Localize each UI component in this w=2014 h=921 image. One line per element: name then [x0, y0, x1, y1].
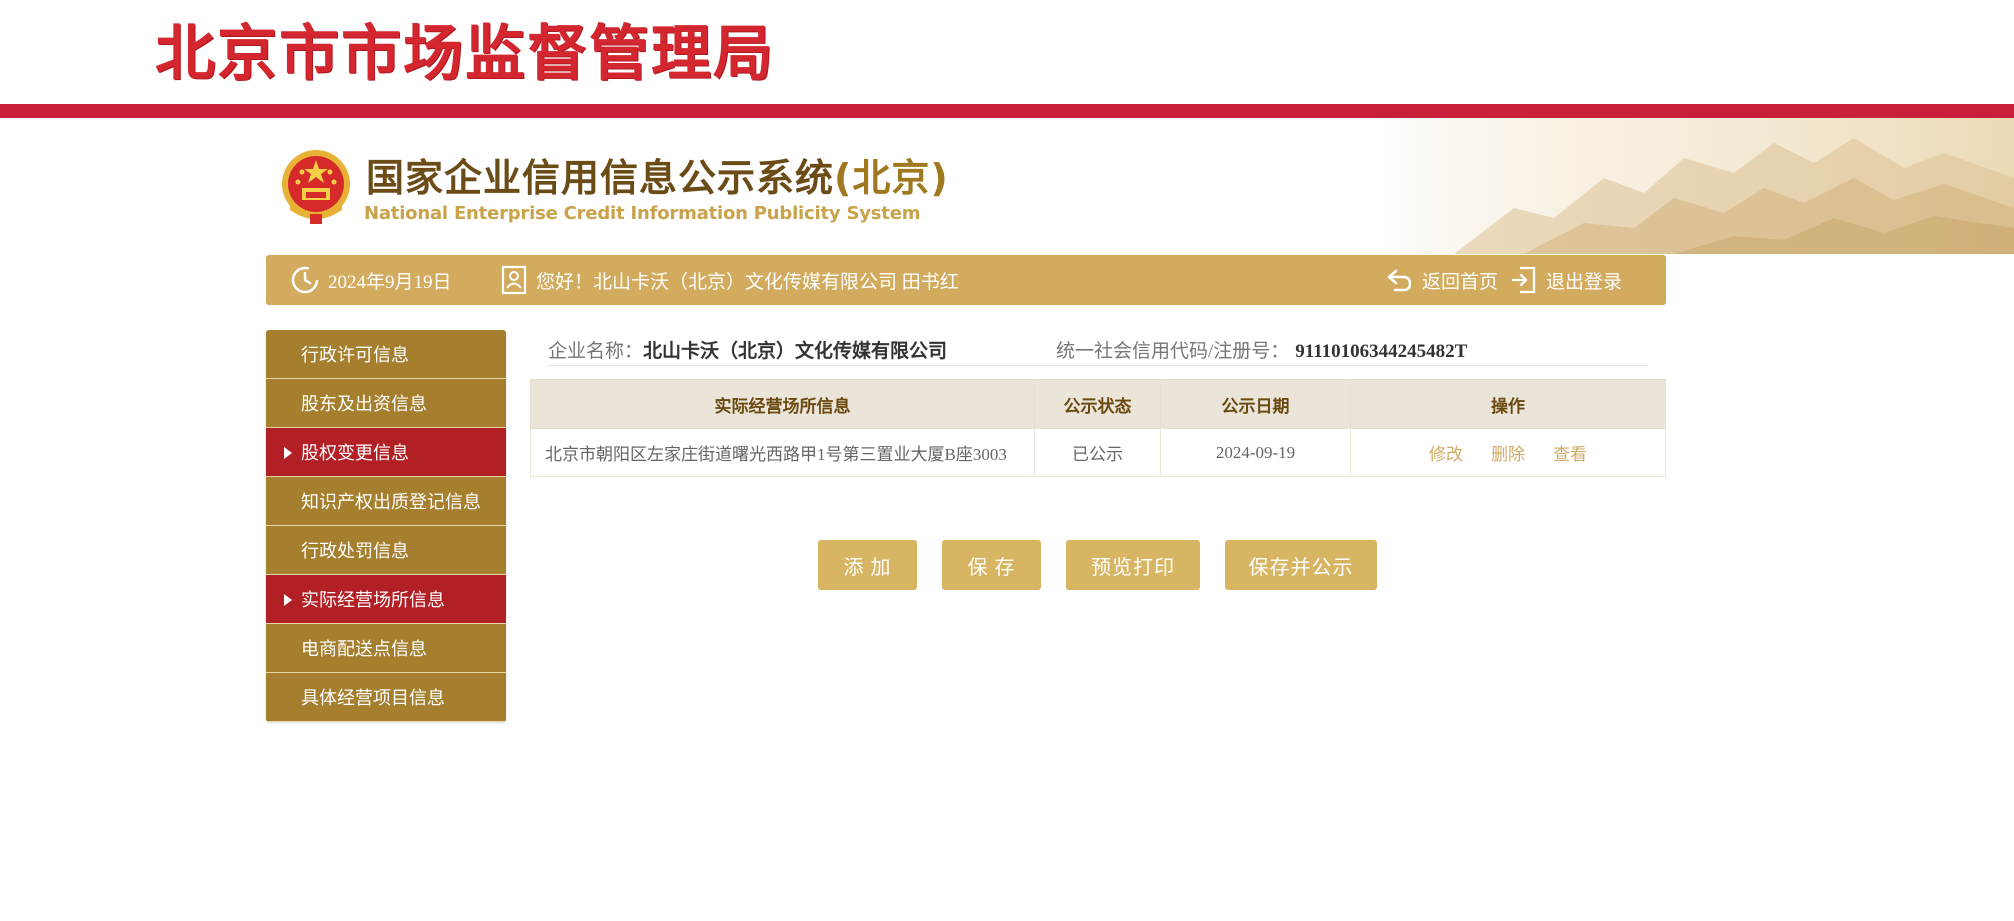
system-title-cn: 国家企业信用信息公示系统 [366, 156, 835, 200]
company-name-field: 企业名称：北山卡沃（北京）文化传媒有限公司 [548, 336, 947, 363]
credit-code-label: 统一社会信用代码/注册号： [1056, 341, 1290, 362]
preview-print-button[interactable]: 预览打印 [1066, 540, 1200, 590]
mountain-landscape-decoration [1374, 118, 2014, 254]
sidebar-item-ecommerce-delivery[interactable]: 电商配送点信息 [266, 624, 506, 673]
col-header-actions: 操作 [1350, 379, 1666, 429]
system-title-en: National Enterprise Credit Information P… [364, 203, 921, 224]
sidebar-item-shareholders[interactable]: 股东及出资信息 [266, 379, 506, 428]
user-greeting: 您好！北山卡沃（北京）文化传媒有限公司 田书红 [500, 255, 959, 305]
sidebar-item-equity-change[interactable]: 股权变更信息 [266, 428, 506, 477]
company-info-row: 企业名称：北山卡沃（北京）文化传媒有限公司 统一社会信用代码/注册号： 91110… [548, 328, 1648, 366]
save-and-publish-button[interactable]: 保存并公示 [1225, 540, 1377, 590]
return-arrow-icon [1386, 267, 1414, 293]
system-title-region: (北京) [834, 156, 949, 200]
system-header: 国家企业信用信息公示系统(北京) National Enterprise Cre… [0, 118, 2014, 254]
col-header-status: 公示状态 [1034, 379, 1161, 429]
sidebar-item-ip-pledge[interactable]: 知识产权出质登记信息 [266, 477, 506, 526]
sidebar-item-admin-license[interactable]: 行政许可信息 [266, 330, 506, 379]
cell-actions: 修改 删除 查看 [1350, 428, 1666, 477]
top-banner: 北京市市场监督管理局 [0, 0, 2014, 104]
national-emblem-icon [280, 148, 352, 226]
logout-icon [1510, 265, 1538, 295]
col-header-address: 实际经营场所信息 [530, 379, 1035, 429]
add-button[interactable]: 添 加 [818, 540, 917, 590]
date-text: 2024年9月19日 [328, 271, 452, 293]
action-buttons: 添 加 保 存 预览打印 保存并公示 [818, 540, 1402, 590]
delete-link[interactable]: 删除 [1491, 445, 1525, 464]
clock-icon [290, 265, 320, 295]
date-display: 2024年9月19日 [290, 255, 452, 305]
save-button[interactable]: 保 存 [942, 540, 1041, 590]
sidebar-menu: 行政许可信息 股东及出资信息 股权变更信息 知识产权出质登记信息 行政处罚信息 … [266, 330, 506, 722]
table-header-row: 实际经营场所信息 公示状态 公示日期 操作 [530, 379, 1666, 429]
edit-link[interactable]: 修改 [1429, 445, 1463, 464]
company-name-value: 北山卡沃（北京）文化传媒有限公司 [643, 341, 948, 362]
greeting-text: 您好！北山卡沃（北京）文化传媒有限公司 田书红 [536, 271, 959, 293]
sidebar-item-admin-penalty[interactable]: 行政处罚信息 [266, 526, 506, 575]
logout-link[interactable]: 退出登录 [1510, 255, 1622, 305]
logout-label[interactable]: 退出登录 [1546, 267, 1622, 294]
view-link[interactable]: 查看 [1553, 445, 1587, 464]
credit-code-value: 91110106344245482T [1295, 341, 1468, 362]
col-header-date: 公示日期 [1160, 379, 1351, 429]
company-name-label: 企业名称： [548, 341, 644, 362]
back-home-link[interactable]: 返回首页 [1386, 255, 1498, 305]
sidebar-item-business-items[interactable]: 具体经营项目信息 [266, 673, 506, 722]
cell-address: 北京市朝阳区左家庄街道曙光西路甲1号第三置业大厦B座3003 [530, 428, 1035, 477]
premises-table: 实际经营场所信息 公示状态 公示日期 操作 北京市朝阳区左家庄街道曙光西路甲1号… [530, 379, 1666, 477]
red-divider-bar [0, 104, 2014, 118]
cell-date: 2024-09-19 [1160, 428, 1351, 477]
user-card-icon [500, 265, 528, 295]
info-bar: 2024年9月19日 您好！北山卡沃（北京）文化传媒有限公司 田书红 返回首页 … [266, 255, 1666, 305]
system-title: 国家企业信用信息公示系统(北京) [366, 154, 949, 202]
agency-title: 北京市市场监督管理局 [155, 19, 775, 89]
credit-code-field: 统一社会信用代码/注册号： 91110106344245482T [1056, 336, 1467, 363]
cell-status: 已公示 [1034, 428, 1161, 477]
back-home-label[interactable]: 返回首页 [1422, 267, 1498, 294]
table-row: 北京市朝阳区左家庄街道曙光西路甲1号第三置业大厦B座3003 已公示 2024-… [530, 428, 1666, 477]
sidebar-item-business-premises[interactable]: 实际经营场所信息 [266, 575, 506, 624]
